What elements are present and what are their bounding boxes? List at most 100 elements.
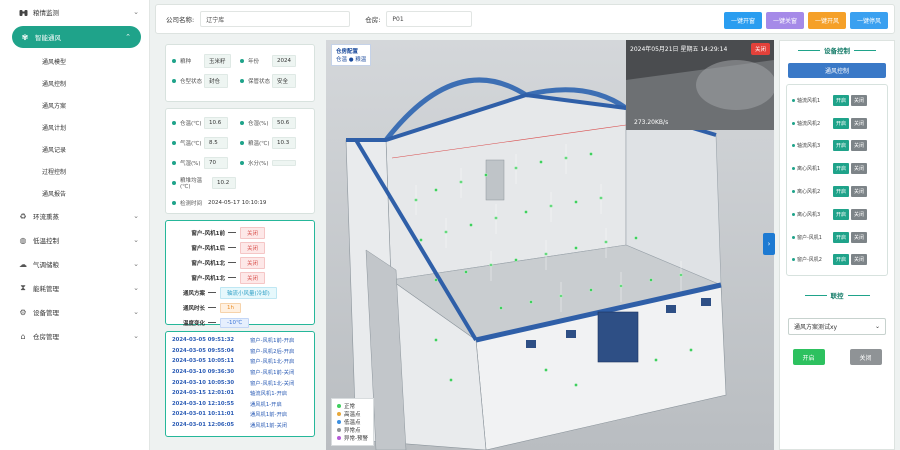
status-chip[interactable]: 关闭 — [240, 226, 266, 239]
field-value: 10.2 — [212, 177, 236, 189]
log-row: 2024-03-15 12:01:01 轴流风机1-开启 — [172, 390, 288, 398]
ventilation-submenu: 通风模型 通风控制 通风方案 通风计划 通风记录 过程控制 通风报告 — [0, 50, 149, 204]
device-on-button[interactable]: 开启 — [833, 140, 850, 152]
device-control-panel: 设备控制 通风控制 轴流风机1 开启 关闭 轴流风机2 开启 关闭 轴流风机3 开启 关闭 … — [779, 40, 895, 450]
link-control-buttons: 开启 关闭 — [780, 349, 894, 366]
submenu-item[interactable]: 通风控制 — [0, 72, 149, 94]
bin-select[interactable]: P01 — [386, 11, 473, 27]
field-value: 70 — [204, 157, 228, 169]
submenu-item[interactable]: 通风计划 — [0, 116, 149, 138]
submenu-item[interactable]: 通风报告 — [0, 182, 149, 204]
binoculars-icon — [18, 7, 28, 17]
plan-select[interactable]: 通风方案测试xy ⌄ — [788, 318, 886, 336]
menu-energy[interactable]: ⧗ 能耗管理 ⌄ — [0, 276, 149, 300]
device-row: 离心风机3 开启 关闭 — [789, 203, 885, 226]
bin-label: 仓房: — [365, 16, 381, 24]
menu-grain-monitor[interactable]: 粮情监测 ⌄ — [0, 0, 149, 24]
menu-warehouse[interactable]: ⌂ 仓房管理 ⌄ — [0, 324, 149, 348]
control-label: 窗户-风机1前 — [191, 230, 225, 237]
device-on-button[interactable]: 开启 — [833, 254, 850, 266]
status-chip[interactable]: 轴流小风量(冷却) — [220, 286, 277, 299]
device-off-button[interactable]: 关闭 — [851, 231, 868, 243]
status-chip[interactable]: 关闭 — [240, 241, 266, 254]
field-value: 2024 — [272, 55, 296, 67]
chevron-down-icon: ⌄ — [133, 8, 139, 16]
close-windows-button[interactable]: 一键关窗 — [766, 12, 804, 29]
chevron-down-icon: ⌄ — [874, 323, 880, 331]
field-label: 年份 — [248, 59, 260, 65]
grain-info-card: 粮种 玉米籽 年份 2024 仓型状态 封仓 保管状态 安全 — [165, 44, 315, 102]
view-config[interactable]: 仓房配置 仓温 ● 粮温 — [331, 44, 372, 66]
status-chip[interactable]: -10℃ — [220, 317, 250, 328]
submenu-item[interactable]: 过程控制 — [0, 160, 149, 182]
stop-fans-button[interactable]: 一键停风 — [850, 12, 888, 29]
menu-fumigation[interactable]: ♻ 环流熏蒸 ⌄ — [0, 204, 149, 228]
field-value: 10.3 — [272, 137, 296, 149]
device-on-button[interactable]: 开启 — [833, 163, 850, 175]
warehouse-icon: ⌂ — [20, 331, 26, 341]
recycle-icon: ♻ — [19, 211, 27, 221]
chevron-down-icon: ⌄ — [133, 308, 139, 316]
field-label: 仓温(℃) — [180, 121, 202, 127]
menu-label: 智能通风 — [35, 34, 61, 42]
status-chip[interactable]: 关闭 — [240, 271, 266, 284]
field-value: 8.5 — [204, 137, 228, 149]
device-off-button[interactable]: 关闭 — [851, 254, 868, 266]
menu-low-temp[interactable]: ◍ 低温控制 ⌄ — [0, 228, 149, 252]
settings-icon: ⚙ — [19, 307, 27, 317]
menu-device[interactable]: ⚙ 设备管理 ⌄ — [0, 300, 149, 324]
control-label: 窗户-风机1后 — [191, 245, 225, 252]
stop-link-button[interactable]: 关闭 — [849, 349, 882, 366]
camera-timestamp: 2024年05月21日 星期五 14:29:14 — [630, 46, 728, 53]
ventilation-control-button[interactable]: 通风控制 — [788, 63, 886, 78]
device-on-button[interactable]: 开启 — [833, 208, 850, 220]
config-title: 仓房配置 — [336, 49, 359, 55]
menu-smart-ventilation[interactable]: ✾ 智能通风 ⌃ — [12, 26, 141, 48]
field-label: 保管状态 — [248, 79, 271, 85]
device-row: 窗户-风机2 开启 关闭 — [789, 249, 885, 272]
start-fans-button[interactable]: 一键开风 — [808, 12, 846, 29]
device-on-button[interactable]: 开启 — [833, 117, 850, 129]
control-label: 通风时长 — [182, 305, 205, 312]
device-off-button[interactable]: 关闭 — [851, 186, 868, 198]
field-label: 水分(%) — [248, 161, 269, 167]
device-off-button[interactable]: 关闭 — [851, 94, 868, 106]
collapse-panel-button[interactable]: › — [763, 233, 775, 255]
device-list: 轴流风机1 开启 关闭 轴流风机2 开启 关闭 轴流风机3 开启 关闭 离心风机1 开启 关闭 … — [786, 84, 888, 277]
top-filter-bar: 公司名称: 辽宁库 仓房: P01 一键开窗 一键关窗 一键开风 一键停风 — [155, 4, 895, 34]
submenu-item[interactable]: 通风模型 — [0, 50, 149, 72]
field-value: 封仓 — [204, 74, 228, 88]
start-link-button[interactable]: 开启 — [792, 349, 825, 366]
status-chip[interactable]: 1h — [220, 302, 241, 313]
menu-gas-storage[interactable]: ☁ 气调储粮 ⌄ — [0, 252, 149, 276]
device-on-button[interactable]: 开启 — [833, 231, 850, 243]
temperature-toggle[interactable]: 仓温 ● 粮温 — [336, 55, 366, 63]
log-row: 2024-03-05 09:51:32 窗户-风机1前-开启 — [172, 337, 295, 345]
fan-icon: ✾ — [21, 32, 29, 42]
control-label: 窗户-风机1北 — [191, 275, 225, 282]
device-on-button[interactable]: 开启 — [833, 94, 850, 106]
warehouse-3d-view[interactable]: 仓房配置 仓温 ● 粮温 2024年05月21日 星期五 14:29:14 关闭… — [326, 40, 774, 450]
field-value — [272, 160, 296, 166]
menu-label: 低温控制 — [33, 237, 59, 245]
log-row: 2024-03-01 12:06:05 通风机1前-关闭 — [172, 422, 288, 430]
field-label: 粮种 — [180, 59, 192, 65]
open-windows-button[interactable]: 一键开窗 — [724, 12, 762, 29]
menu-label: 气调储粮 — [33, 261, 59, 269]
device-off-button[interactable]: 关闭 — [851, 117, 868, 129]
control-label: 温度变化 — [182, 320, 205, 327]
device-off-button[interactable]: 关闭 — [851, 208, 868, 220]
submenu-item[interactable]: 通风记录 — [0, 138, 149, 160]
device-off-button[interactable]: 关闭 — [851, 163, 868, 175]
submenu-item[interactable]: 通风方案 — [0, 94, 149, 116]
status-chip[interactable]: 关闭 — [240, 256, 266, 269]
device-off-button[interactable]: 关闭 — [851, 140, 868, 152]
camera-feed[interactable]: 2024年05月21日 星期五 14:29:14 关闭 273.20KB/s — [626, 40, 774, 130]
device-on-button[interactable]: 开启 — [833, 186, 850, 198]
menu-label: 粮情监测 — [33, 9, 59, 17]
thermometer-icon: ◍ — [19, 235, 27, 245]
company-select[interactable]: 辽宁库 — [200, 11, 351, 27]
camera-close-button[interactable]: 关闭 — [750, 43, 770, 55]
device-row: 轴流风机3 开启 关闭 — [789, 135, 885, 158]
field-label: 粮温(℃) — [248, 141, 270, 147]
